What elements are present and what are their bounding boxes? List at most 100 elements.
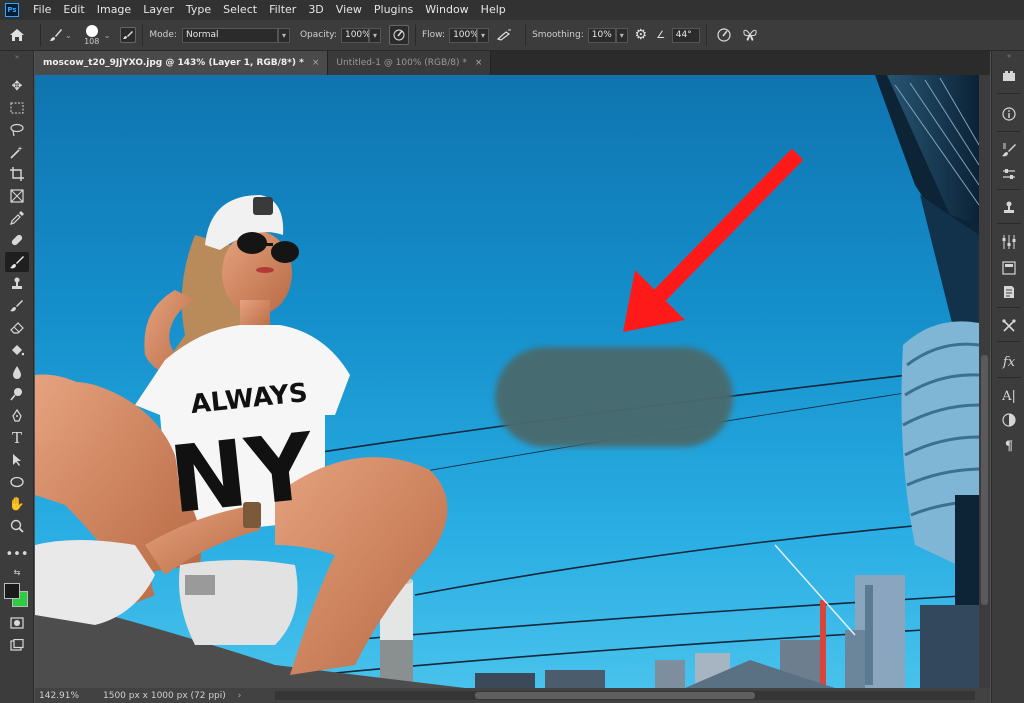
healing-brush-tool-icon[interactable] (5, 230, 29, 250)
screen-mode-icon[interactable] (5, 635, 29, 655)
menu-bar: Ps File Edit Image Layer Type Select Fil… (0, 0, 1024, 20)
eraser-tool-icon[interactable] (5, 318, 29, 338)
adjustments-icon[interactable] (998, 231, 1020, 253)
magic-wand-tool-icon[interactable] (5, 142, 29, 162)
symmetry-butterfly-icon[interactable] (739, 28, 761, 42)
more-tools-icon[interactable]: ••• (5, 544, 29, 564)
quick-mask-icon[interactable] (5, 613, 29, 633)
pen-tool-icon[interactable] (5, 406, 29, 426)
zoom-tool-icon[interactable] (5, 516, 29, 536)
brushes-panel-icon[interactable] (998, 139, 1020, 161)
brush-size-picker[interactable]: 108 (82, 24, 102, 46)
frame-tool-icon[interactable] (5, 186, 29, 206)
layer-styles-fx-icon[interactable]: fx (998, 351, 1020, 373)
color-icon[interactable] (998, 409, 1020, 431)
pressure-opacity-icon[interactable] (388, 25, 409, 45)
smoothing-field[interactable]: 10% (587, 27, 616, 43)
separator (997, 307, 1021, 308)
menu-help[interactable]: Help (475, 0, 512, 20)
menu-filter[interactable]: Filter (263, 0, 302, 20)
separator (40, 24, 41, 46)
menu-plugins[interactable]: Plugins (368, 0, 419, 20)
flow-field[interactable]: 100% (449, 27, 479, 43)
info-icon[interactable] (998, 103, 1020, 125)
opacity-field[interactable]: 100% (340, 27, 371, 43)
chevron-down-icon[interactable]: ▾ (615, 27, 628, 43)
document-tab-bar: moscow_t20_9JjYXO.jpg @ 143% (Layer 1, R… (35, 51, 990, 75)
blur-tool-icon[interactable] (5, 362, 29, 382)
document-tab-moscow[interactable]: moscow_t20_9JjYXO.jpg @ 143% (Layer 1, R… (35, 51, 329, 75)
history-brush-tool-icon[interactable] (5, 296, 29, 316)
brush-tool-preset-icon[interactable] (47, 28, 65, 42)
chevron-down-icon[interactable]: ▾ (477, 27, 490, 43)
zoom-level[interactable]: 142.91% (39, 691, 91, 701)
swap-colors-icon[interactable]: ⇆ (5, 566, 29, 578)
clone-source-icon[interactable] (998, 197, 1020, 219)
chevron-down-icon[interactable]: ▾ (277, 27, 290, 43)
glass-tower-right (901, 321, 979, 605)
document-canvas[interactable]: ALWAYS NY (35, 75, 979, 688)
dodge-tool-icon[interactable] (5, 384, 29, 404)
clone-stamp-tool-icon[interactable] (5, 274, 29, 294)
gear-icon[interactable]: ⚙ (628, 27, 654, 43)
mode-select[interactable]: Normal (181, 27, 278, 43)
chevron-down-icon[interactable]: ▾ (368, 27, 381, 43)
ellipse-tool-icon[interactable] (5, 472, 29, 492)
paragraph-icon[interactable]: ¶ (998, 435, 1020, 457)
status-menu-chevron-icon[interactable]: › (238, 691, 242, 701)
scrollbar-thumb[interactable] (475, 692, 755, 699)
character-icon[interactable]: A| (998, 385, 1020, 407)
angle-icon: ∠ (656, 29, 666, 41)
layers-icon[interactable] (998, 257, 1020, 279)
close-icon[interactable]: × (312, 58, 320, 68)
menu-type[interactable]: Type (180, 0, 217, 20)
panel-collapse-icon[interactable]: » (5, 53, 29, 61)
move-tool-icon[interactable]: ✥ (5, 76, 29, 96)
pressure-size-icon[interactable] (713, 28, 735, 42)
photoshop-logo-icon[interactable]: Ps (5, 3, 19, 17)
brush-tool-icon[interactable] (5, 252, 29, 272)
opacity-label: Opacity: (299, 30, 337, 40)
separator (997, 131, 1021, 132)
brush-settings-panel-icon[interactable] (120, 27, 137, 43)
marquee-tool-icon[interactable] (5, 98, 29, 118)
menu-select[interactable]: Select (217, 0, 263, 20)
menu-view[interactable]: View (330, 0, 368, 20)
brush-size-value: 108 (84, 36, 100, 46)
notes-icon[interactable] (998, 281, 1020, 303)
crop-tool-icon[interactable] (5, 164, 29, 184)
home-icon[interactable] (0, 28, 34, 42)
separator (997, 189, 1021, 190)
document-tab-untitled[interactable]: Untitled-1 @ 100% (RGB/8) * × (328, 51, 492, 75)
path-selection-tool-icon[interactable] (5, 450, 29, 470)
close-icon[interactable]: × (475, 58, 483, 68)
hand-tool-icon[interactable]: ✋ (5, 494, 29, 514)
panel-collapse-icon[interactable]: « (998, 51, 1020, 61)
foreground-color-swatch[interactable] (4, 583, 20, 599)
eyedropper-tool-icon[interactable] (5, 208, 29, 228)
menu-image[interactable]: Image (91, 0, 137, 20)
flow-label: Flow: (421, 30, 446, 40)
menu-edit[interactable]: Edit (57, 0, 90, 20)
paint-bucket-tool-icon[interactable] (5, 340, 29, 360)
horizontal-scrollbar[interactable] (275, 691, 975, 700)
lasso-tool-icon[interactable] (5, 120, 29, 140)
separator (997, 377, 1021, 378)
brush-settings-icon[interactable] (998, 163, 1020, 185)
angle-field[interactable]: 44° (671, 27, 700, 43)
smoothing-label: Smoothing: (532, 30, 584, 40)
menu-window[interactable]: Window (419, 0, 474, 20)
tools-cross-icon[interactable] (998, 315, 1020, 337)
chevron-down-icon[interactable]: ⌄ (104, 31, 111, 40)
menu-3d[interactable]: 3D (302, 0, 329, 20)
separator (997, 223, 1021, 224)
airbrush-icon[interactable] (489, 29, 519, 41)
vertical-scrollbar[interactable] (979, 75, 990, 688)
type-tool-icon[interactable]: T (5, 428, 29, 448)
menu-layer[interactable]: Layer (137, 0, 180, 20)
scrollbar-thumb[interactable] (981, 355, 988, 605)
menu-file[interactable]: File (27, 0, 57, 20)
red-arrow-annotation (623, 148, 804, 332)
chevron-down-icon[interactable]: ⌄ (65, 31, 72, 40)
libraries-icon[interactable] (998, 65, 1020, 87)
